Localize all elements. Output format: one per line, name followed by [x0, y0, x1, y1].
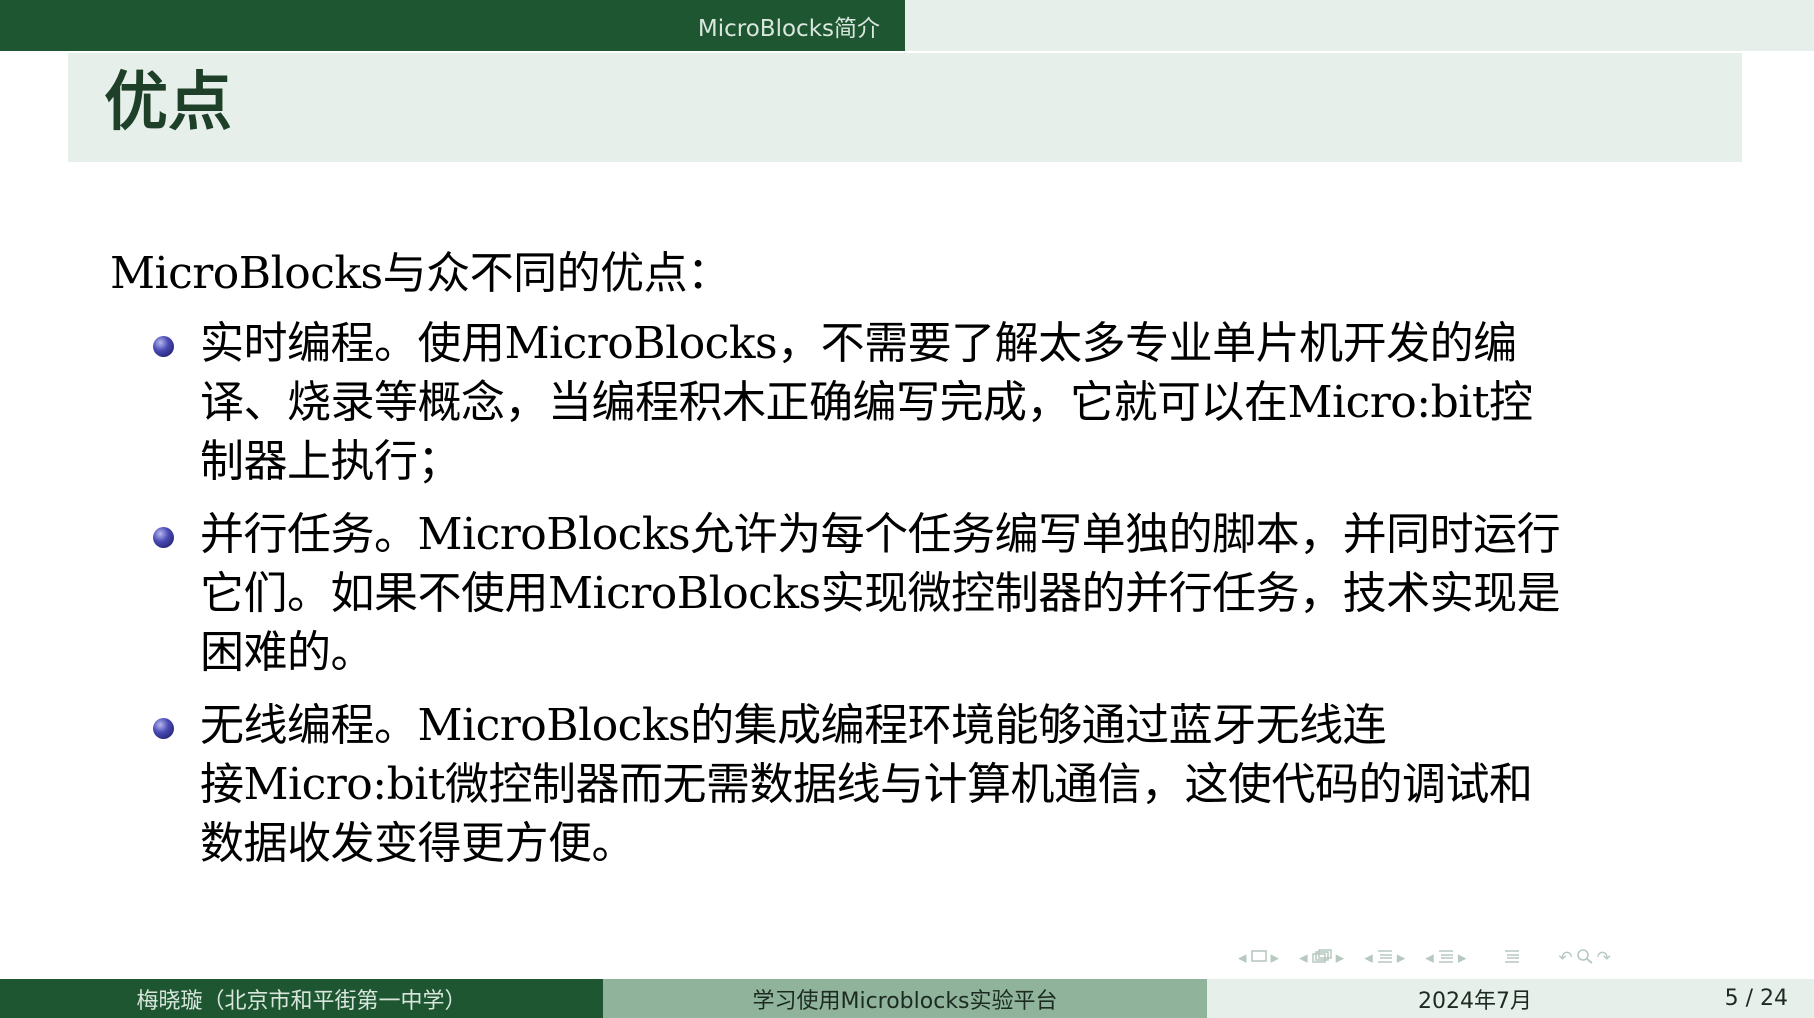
- search-icon[interactable]: [1576, 948, 1594, 969]
- nav-next-icon[interactable]: ▸: [1458, 948, 1467, 968]
- bullet-list: 实时编程。使用MicroBlocks，不需要了解太多专业单片机开发的编 译、烧录…: [145, 314, 1705, 887]
- bullet-line: 它们。如果不使用MicroBlocks实现微控制器的并行任务，技术实现是: [200, 568, 1561, 619]
- nav-prev-icon[interactable]: ◂: [1364, 948, 1373, 968]
- navigation-symbols: ◂ ▸ ◂ ▸ ◂ ▸ ◂ ▸ ↶ ↷: [1238, 945, 1718, 971]
- nav-prev-icon[interactable]: ◂: [1299, 948, 1308, 968]
- nav-prev-icon[interactable]: ◂: [1425, 948, 1434, 968]
- subsection-icon[interactable]: [1311, 948, 1333, 969]
- bullet-line: 数据收发变得更方便。: [200, 818, 636, 869]
- footer-talk-title: 学习使用Microblocks实验平台: [603, 979, 1207, 1018]
- footer-bar: 梅晓璇（北京市和平街第一中学） 学习使用Microblocks实验平台 2024…: [0, 979, 1814, 1018]
- footer-meta: 2024年7月 5 / 24: [1207, 979, 1814, 1018]
- bullet-item-wireless: 无线编程。MicroBlocks的集成编程环境能够通过蓝牙无线连 接Micro:…: [145, 696, 1705, 873]
- bullet-ball-icon: [153, 718, 174, 739]
- bullet-ball-icon: [153, 336, 174, 357]
- nav-next-icon[interactable]: ▸: [1336, 948, 1345, 968]
- intro-text: MicroBlocks与众不同的优点：: [110, 248, 731, 299]
- redo-icon[interactable]: ↷: [1597, 948, 1611, 968]
- nav-next-icon[interactable]: ▸: [1271, 948, 1280, 968]
- frame-title-box: 优点: [68, 53, 1742, 162]
- frame-title: 优点: [104, 66, 232, 140]
- frame-icon[interactable]: [1250, 948, 1268, 968]
- document-icon[interactable]: [1437, 948, 1455, 969]
- bullet-line: 困难的。: [200, 627, 375, 678]
- section-icon[interactable]: [1376, 948, 1394, 969]
- bullet-line: 无线编程。MicroBlocks的集成编程环境能够通过蓝牙无线连: [200, 700, 1387, 751]
- footer-date: 2024年7月: [1418, 988, 1532, 1014]
- undo-icon[interactable]: ↶: [1558, 948, 1572, 968]
- nav-prev-icon[interactable]: ◂: [1238, 948, 1247, 968]
- header-bar: MicroBlocks简介: [0, 0, 1814, 51]
- bullet-line: 译、烧录等概念，当编程积木正确编写完成，它就可以在Micro:bit控: [200, 377, 1533, 428]
- bullet-line: 制器上执行；: [200, 436, 462, 487]
- toc-icon[interactable]: [1503, 948, 1521, 969]
- bullet-line: 并行任务。MicroBlocks允许为每个任务编写单独的脚本，并同时运行: [200, 509, 1561, 560]
- page-number: 5 / 24: [1724, 986, 1788, 1011]
- bullet-ball-icon: [153, 527, 174, 548]
- footer-author: 梅晓璇（北京市和平街第一中学）: [0, 979, 603, 1018]
- bullet-item-parallel: 并行任务。MicroBlocks允许为每个任务编写单独的脚本，并同时运行 它们。…: [145, 505, 1705, 682]
- bullet-line: 实时编程。使用MicroBlocks，不需要了解太多专业单片机开发的编: [200, 318, 1517, 369]
- bullet-item-realtime: 实时编程。使用MicroBlocks，不需要了解太多专业单片机开发的编 译、烧录…: [145, 314, 1705, 491]
- nav-next-icon[interactable]: ▸: [1397, 948, 1406, 968]
- section-title[interactable]: MicroBlocks简介: [0, 0, 905, 51]
- bullet-line: 接Micro:bit微控制器而无需数据线与计算机通信，这使代码的调试和: [200, 759, 1533, 810]
